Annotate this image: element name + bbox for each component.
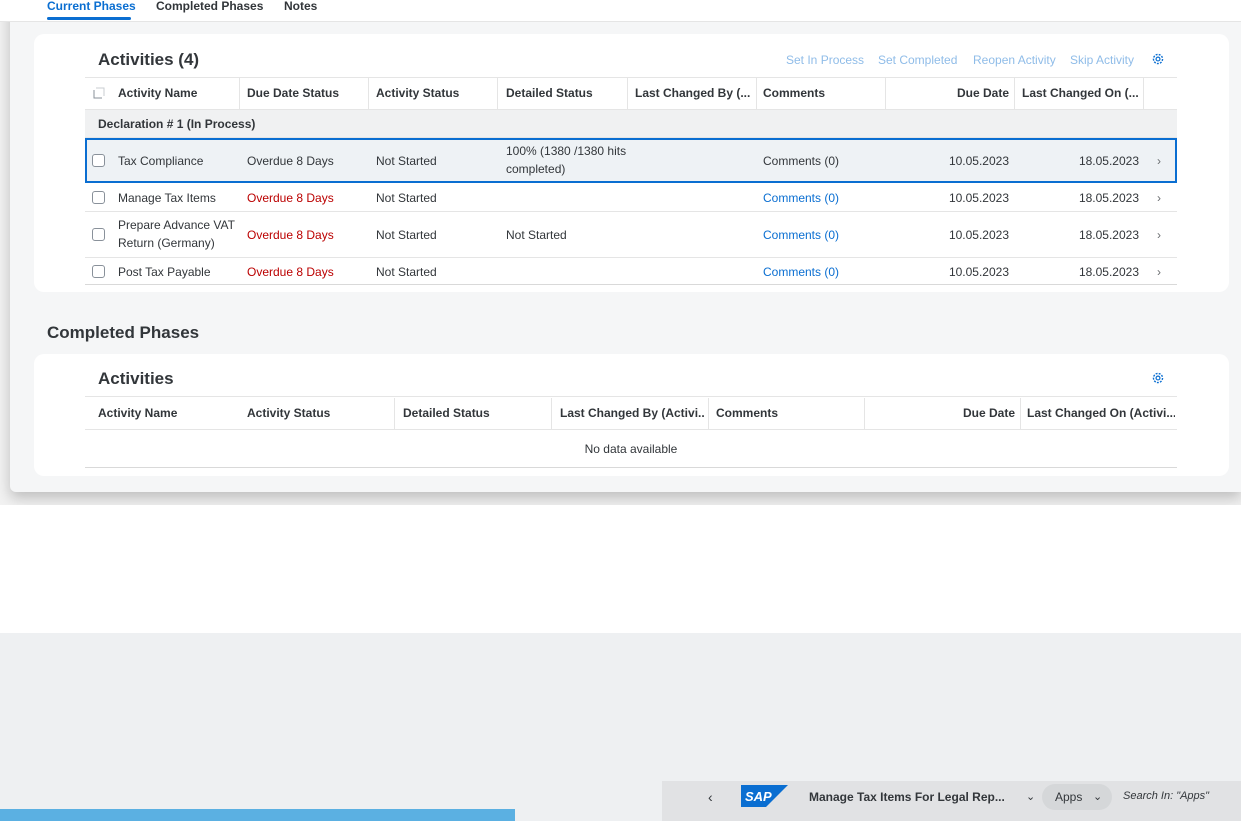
col-activity-status[interactable]: Activity Status: [247, 398, 387, 429]
col-due-date-status[interactable]: Due Date Status: [247, 78, 367, 109]
col-last-changed-on[interactable]: Last Changed On (Activi...: [1027, 398, 1175, 429]
table-row[interactable]: Post Tax Payable Overdue 8 Days Not Star…: [85, 258, 1177, 285]
row-checkbox[interactable]: [92, 228, 105, 241]
row-navigation-icon[interactable]: ›: [1157, 191, 1161, 205]
chevron-down-icon[interactable]: ⌄: [1026, 790, 1035, 803]
completed-table-settings-icon[interactable]: [1151, 371, 1165, 385]
col-due-date[interactable]: Due Date: [885, 398, 1015, 429]
select-all-icon[interactable]: [93, 87, 105, 99]
due-date-status: Overdue 8 Days: [247, 191, 334, 205]
detailed-status: 100% (1380 /1380 hits completed): [506, 144, 627, 176]
detailed-status: Not Started: [506, 228, 567, 242]
blue-progress-strip: [0, 809, 515, 821]
activity-status: Not Started: [376, 265, 437, 279]
row-navigation-icon[interactable]: ›: [1157, 265, 1161, 279]
completed-phases-heading: Completed Phases: [47, 323, 200, 342]
col-last-changed-by[interactable]: Last Changed By (Activi...: [560, 398, 705, 429]
table-row[interactable]: Manage Tax Items Overdue 8 Days Not Star…: [85, 183, 1177, 212]
group-header-declaration: Declaration # 1 (In Process): [85, 110, 1177, 138]
tab-bar: Current Phases Completed Phases Notes: [0, 0, 1241, 22]
app-title[interactable]: Manage Tax Items For Legal Rep...: [809, 790, 1005, 804]
col-due-date[interactable]: Due Date: [905, 78, 1009, 109]
col-last-changed-on[interactable]: Last Changed On (...: [1022, 78, 1144, 109]
tab-notes[interactable]: Notes: [284, 0, 317, 12]
tab-current-phases[interactable]: Current Phases: [47, 0, 136, 12]
activity-status: Not Started: [376, 191, 437, 205]
completed-table-header: Activity Name Activity Status Detailed S…: [85, 396, 1177, 430]
activity-name: Post Tax Payable: [118, 265, 211, 279]
col-comments[interactable]: Comments: [763, 78, 883, 109]
comments-link[interactable]: Comments (0): [763, 265, 839, 279]
row-navigation-icon[interactable]: ›: [1157, 154, 1161, 168]
reopen-activity-button[interactable]: Reopen Activity: [973, 53, 1056, 67]
table-row[interactable]: Prepare Advance VAT Return (Germany) Ove…: [85, 212, 1177, 258]
col-detailed-status[interactable]: Detailed Status: [403, 398, 543, 429]
row-checkbox[interactable]: [92, 191, 105, 204]
table-settings-icon[interactable]: [1151, 52, 1165, 66]
activity-status: Not Started: [376, 154, 437, 168]
comments: Comments (0): [763, 154, 840, 168]
due-date: 10.05.2023: [948, 228, 1009, 242]
sap-logo[interactable]: SAP: [741, 785, 788, 807]
apps-label: Apps: [1055, 790, 1083, 804]
skip-activity-button[interactable]: Skip Activity: [1070, 53, 1134, 67]
col-last-changed-by[interactable]: Last Changed By (...: [635, 78, 753, 109]
svg-text:SAP: SAP: [745, 789, 772, 804]
row-checkbox[interactable]: [92, 154, 105, 167]
search-input[interactable]: Search In: "Apps": [1123, 790, 1209, 802]
activity-name: Manage Tax Items: [118, 191, 216, 205]
row-navigation-icon[interactable]: ›: [1157, 228, 1161, 242]
chevron-down-icon[interactable]: ⌄: [1093, 790, 1102, 803]
last-changed-on: 18.05.2023: [1078, 228, 1139, 242]
activity-name: Prepare Advance VAT Return (Germany): [118, 218, 235, 250]
activity-status: Not Started: [376, 228, 437, 242]
table-row[interactable]: Tax Compliance Overdue 8 Days Not Starte…: [85, 138, 1177, 183]
activities-table-header: Activity Name Due Date Status Activity S…: [85, 77, 1177, 110]
col-activity-status[interactable]: Activity Status: [376, 78, 496, 109]
activity-name: Tax Compliance: [118, 154, 204, 168]
completed-activities-title: Activities: [98, 369, 174, 388]
due-date-status: Overdue 8 Days: [247, 154, 334, 168]
no-data-message: No data available: [85, 430, 1177, 468]
back-icon[interactable]: ‹: [708, 789, 713, 805]
tab-completed-phases[interactable]: Completed Phases: [156, 0, 263, 12]
col-activity-name[interactable]: Activity Name: [98, 398, 238, 429]
due-date: 10.05.2023: [948, 265, 1009, 279]
col-detailed-status[interactable]: Detailed Status: [506, 78, 626, 109]
due-date: 10.05.2023: [948, 154, 1009, 168]
last-changed-on: 18.05.2023: [1078, 265, 1139, 279]
set-completed-button[interactable]: Set Completed: [878, 53, 957, 67]
due-date-status: Overdue 8 Days: [247, 228, 334, 242]
col-activity-name[interactable]: Activity Name: [118, 78, 238, 109]
due-date: 10.05.2023: [948, 191, 1009, 205]
empty-area: [0, 505, 1241, 633]
active-tab-indicator: [47, 17, 131, 20]
set-in-process-button[interactable]: Set In Process: [786, 53, 864, 67]
row-checkbox[interactable]: [92, 265, 105, 278]
last-changed-on: 18.05.2023: [1078, 154, 1139, 168]
current-activities-title: Activities (4): [98, 50, 200, 69]
comments-link[interactable]: Comments (0): [763, 228, 839, 242]
due-date-status: Overdue 8 Days: [247, 265, 334, 279]
comments-link[interactable]: Comments (0): [763, 191, 839, 205]
last-changed-on: 18.05.2023: [1078, 191, 1139, 205]
col-comments[interactable]: Comments: [716, 398, 856, 429]
